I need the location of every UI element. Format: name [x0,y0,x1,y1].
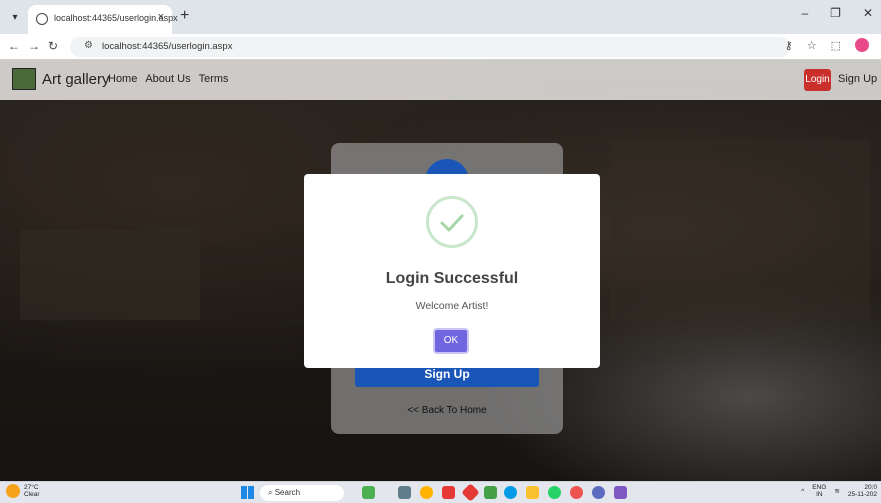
close-icon[interactable]: × [158,11,164,23]
signup-link[interactable]: Sign Up [838,73,877,85]
dialog-message: Welcome Artist! [415,300,489,312]
file-explorer-icon[interactable] [526,486,539,499]
chrome-icon[interactable] [570,486,583,499]
notepad-icon[interactable] [484,486,497,499]
url-text[interactable]: localhost:44365/userlogin.aspx [102,41,232,52]
toolbar-actions: ⚷ ☆ ⬚ [785,38,869,52]
logo-image[interactable] [12,68,36,90]
chevron-up-icon[interactable]: ^ [801,488,804,495]
window-close-icon[interactable]: ✕ [863,6,873,20]
site-info-icon[interactable]: ⚙ [84,40,93,51]
tab-search-dropdown-icon[interactable]: ▾ [6,9,24,27]
forward-arrow-icon[interactable]: → [28,39,40,53]
brand-name[interactable]: Art gallery [42,71,110,88]
visual-studio-icon[interactable] [614,486,627,499]
window-controls: – ❐ ✕ [801,6,881,20]
ok-button[interactable]: OK [433,328,469,354]
browser-tab[interactable]: localhost:44365/userlogin.aspx × [28,5,178,34]
clock[interactable]: 20:0 25-11-202 [848,484,877,498]
system-tray: ^ ENG IN ≋ 20:0 25-11-202 [801,484,877,498]
browser-tab-bar: ▾ localhost:44365/userlogin.aspx × + – ❐… [0,0,881,34]
site-navbar: Art gallery Home About Us Terms Login Si… [0,60,881,100]
globe-icon [36,13,48,25]
chrome-dev-icon[interactable] [420,486,433,499]
success-dialog: Login Successful Welcome Artist! OK [304,174,600,368]
wifi-icon[interactable]: ≋ [834,487,839,495]
git-icon[interactable] [461,483,480,502]
page-background: Art gallery Home About Us Terms Login Si… [0,60,881,481]
nav-link-terms[interactable]: Terms [199,73,229,85]
password-key-icon[interactable]: ⚷ [785,39,793,52]
weather-widget[interactable]: 27°C Clear [6,484,40,498]
success-check-icon [426,196,478,248]
bookmark-star-icon[interactable]: ☆ [807,39,817,52]
nav-link-about[interactable]: About Us [145,73,190,85]
checkmark-icon [440,214,464,232]
widgets-icon[interactable] [362,486,375,499]
taskbar-search[interactable]: ⌕ Search [260,485,344,501]
whatsapp-icon[interactable] [548,486,561,499]
profile-avatar-icon[interactable] [855,38,869,52]
search-icon: ⌕ [268,488,275,497]
taskbar: 27°C Clear ⌕ Search ^ ENG IN ≋ 20:0 25-11-… [0,481,881,503]
nav-links: Home About Us Terms [108,73,229,85]
url-input[interactable]: ⚙ localhost:44365/userlogin.aspx [70,37,790,57]
back-arrow-icon[interactable]: ← [8,39,20,53]
downloads-icon[interactable]: ⬚ [831,39,841,52]
restore-icon[interactable]: ❐ [830,6,841,20]
windows-start-icon[interactable] [241,486,254,499]
reload-icon[interactable]: ↻ [48,39,58,53]
weather-sun-icon [6,484,20,498]
back-to-home-link[interactable]: << Back To Home [331,405,563,416]
new-tab-plus-icon[interactable]: + [180,7,189,25]
gitlens-icon[interactable] [442,486,455,499]
taskview-icon[interactable] [398,486,411,499]
nav-link-home[interactable]: Home [108,73,137,85]
login-button[interactable]: Login [804,69,831,91]
language-indicator[interactable]: ENG IN [812,484,826,498]
weather-condition: Clear [24,491,40,498]
weather-temperature: 27°C [24,484,39,491]
discord-icon[interactable] [592,486,605,499]
dialog-title: Login Successful [385,270,519,287]
minimize-icon[interactable]: – [801,6,808,20]
edge-icon[interactable] [504,486,517,499]
address-bar: ← → ↻ ⚙ localhost:44365/userlogin.aspx ⚷… [0,34,881,60]
search-placeholder: Search [274,488,301,497]
